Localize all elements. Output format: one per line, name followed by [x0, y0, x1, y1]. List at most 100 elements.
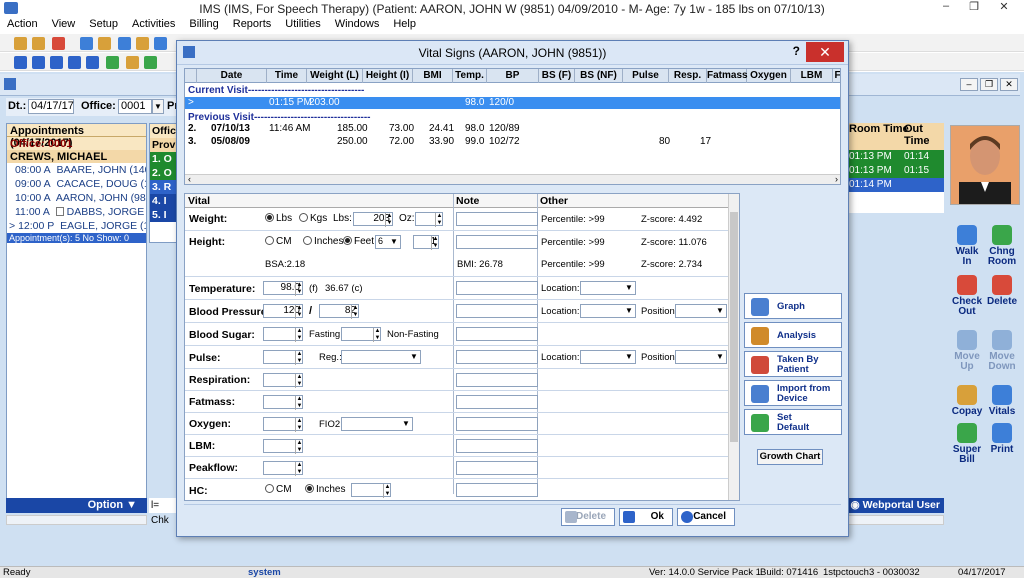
bp-location-select[interactable]: ▼	[580, 304, 636, 318]
move-up-button[interactable]: Move Up	[950, 330, 984, 372]
chart-icon[interactable]	[118, 37, 131, 50]
cancel-button[interactable]: Cancel	[677, 508, 735, 526]
col-resp[interactable]: Resp.	[669, 69, 707, 83]
menu-windows[interactable]: Windows	[328, 17, 387, 31]
col-lbm[interactable]: LBM	[791, 69, 833, 83]
office-field[interactable]: 0001	[118, 99, 152, 114]
date-field[interactable]: 04/17/17	[28, 99, 74, 114]
times-scrollbar[interactable]	[846, 515, 944, 525]
change-room-button[interactable]: Chng Room	[985, 225, 1019, 267]
pulse-location-select[interactable]: ▼	[580, 350, 636, 364]
next-record-icon[interactable]	[50, 56, 63, 69]
col-fatmass[interactable]: Fatmass	[707, 69, 748, 83]
height-feet-select[interactable]: 6 ▼	[375, 235, 401, 249]
appointments-scrollbar[interactable]	[6, 515, 147, 525]
first-record-icon[interactable]	[14, 56, 27, 69]
scroll-thumb[interactable]	[730, 212, 738, 442]
refresh-icon[interactable]	[106, 56, 119, 69]
scroll-right-icon[interactable]: ›	[835, 174, 838, 184]
respiration-spinner[interactable]: ▲ ▼	[295, 374, 303, 388]
walk-in-button[interactable]: Walk In	[950, 225, 984, 267]
child-close-button[interactable]: ✕	[1000, 78, 1018, 91]
fatmass-note-input[interactable]	[456, 395, 538, 409]
height-inches-radio[interactable]: Inches	[303, 236, 343, 247]
col-pulse[interactable]: Pulse	[623, 69, 669, 83]
fio2-select[interactable]: ▼	[341, 417, 413, 431]
people-icon[interactable]	[32, 37, 45, 50]
sugar-note-input[interactable]	[456, 327, 538, 341]
dollar-icon[interactable]	[126, 56, 139, 69]
menu-action[interactable]: Action	[0, 17, 45, 31]
col-weight[interactable]: Weight (L)	[307, 69, 363, 83]
sugar-fasting-spinner[interactable]: ▲ ▼	[295, 328, 303, 342]
lbm-note-input[interactable]	[456, 439, 538, 453]
bp-systolic-spinner[interactable]: ▲ ▼	[295, 305, 303, 319]
col-bp[interactable]: BP	[487, 69, 539, 83]
calendar-icon[interactable]	[80, 37, 93, 50]
appointment-item[interactable]: 08:00 A BAARE, JOHN (14033)	[7, 163, 146, 177]
pulse-regularity-select[interactable]: ▼	[341, 350, 421, 364]
growth-chart-button[interactable]: Growth Chart	[757, 449, 823, 465]
hc-note-input[interactable]	[456, 483, 538, 497]
restore-button[interactable]: ❐	[960, 0, 988, 17]
flask-icon[interactable]	[136, 37, 149, 50]
user-icon[interactable]	[14, 37, 27, 50]
temperature-spinner[interactable]: ▲ ▼	[295, 282, 303, 296]
move-down-button[interactable]: Move Down	[985, 330, 1019, 372]
weight-note-input[interactable]	[456, 212, 538, 226]
folder-icon[interactable]	[98, 37, 111, 50]
set-default-button[interactable]: Set Default	[744, 409, 842, 435]
pulse-position-select[interactable]: ▼	[675, 350, 727, 364]
grid-horizontal-scrollbar[interactable]: ‹ ›	[185, 174, 840, 184]
minimize-button[interactable]: –	[932, 0, 960, 17]
analysis-button[interactable]: Analysis	[744, 322, 842, 348]
child-restore-button[interactable]: ❐	[980, 78, 998, 91]
dialog-close-button[interactable]: ✕	[806, 42, 844, 62]
hc-inches-radio[interactable]: Inches	[305, 484, 345, 495]
col-bs-nonfasting[interactable]: BS (NF)	[575, 69, 623, 83]
col-height[interactable]: Height (I)	[363, 69, 413, 83]
form-vertical-scrollbar[interactable]	[728, 194, 739, 500]
appointment-item[interactable]: 09:00 A CACACE, DOUG (120)	[7, 177, 146, 191]
delete-button[interactable]: Delete	[561, 508, 615, 526]
menu-activities[interactable]: Activities	[125, 17, 182, 31]
child-minimize-button[interactable]: –	[960, 78, 978, 91]
close-button[interactable]: ✕	[990, 0, 1018, 17]
weight-lbs-radio[interactable]: Lbs	[265, 213, 292, 224]
shield-icon[interactable]	[154, 37, 167, 50]
print-button[interactable]: Print	[985, 423, 1019, 455]
last-record-icon[interactable]	[68, 56, 81, 69]
office-dropdown-arrow-icon[interactable]: ▼	[152, 99, 164, 114]
report-icon[interactable]	[144, 56, 157, 69]
weight-oz-spinner[interactable]: ▲ ▼	[435, 213, 443, 227]
col-temp[interactable]: Temp.	[453, 69, 487, 83]
col-bmi[interactable]: BMI	[413, 69, 453, 83]
previous-record-icon[interactable]	[32, 56, 45, 69]
menu-utilities[interactable]: Utilities	[278, 17, 327, 31]
height-note-input[interactable]	[456, 235, 538, 249]
col-bs-fasting[interactable]: BS (F)	[539, 69, 575, 83]
col-f[interactable]: F	[833, 69, 840, 83]
super-bill-button[interactable]: Super Bill	[950, 423, 984, 465]
tools-icon[interactable]	[52, 37, 65, 50]
menu-setup[interactable]: Setup	[82, 17, 125, 31]
temperature-location-select[interactable]: ▼	[580, 281, 636, 295]
scroll-left-icon[interactable]: ‹	[188, 174, 191, 184]
height-cm-radio[interactable]: CM	[265, 236, 292, 247]
pulse-spinner[interactable]: ▲ ▼	[295, 351, 303, 365]
help-button[interactable]: ?	[793, 44, 800, 58]
col-oxygen[interactable]: Oxygen	[747, 69, 791, 83]
bp-note-input[interactable]	[456, 304, 538, 318]
height-feet-radio[interactable]: Feet	[343, 236, 374, 247]
menu-billing[interactable]: Billing	[182, 17, 225, 31]
lbm-spinner[interactable]: ▲ ▼	[295, 440, 303, 454]
oxygen-note-input[interactable]	[456, 417, 538, 431]
delete-appointment-button[interactable]: Delete	[985, 275, 1019, 307]
table-row[interactable]: 3. 05/08/09 250.00 72.00 33.90 99.0 102/…	[185, 136, 840, 148]
peakflow-spinner[interactable]: ▲ ▼	[295, 462, 303, 476]
weight-kgs-radio[interactable]: Kgs	[299, 213, 327, 224]
option-button[interactable]: Option ▼	[6, 498, 147, 513]
fatmass-spinner[interactable]: ▲ ▼	[295, 396, 303, 410]
menu-help[interactable]: Help	[386, 17, 423, 31]
table-row[interactable]: > 01:15 PM 203.00 98.0 120/0	[185, 97, 840, 109]
